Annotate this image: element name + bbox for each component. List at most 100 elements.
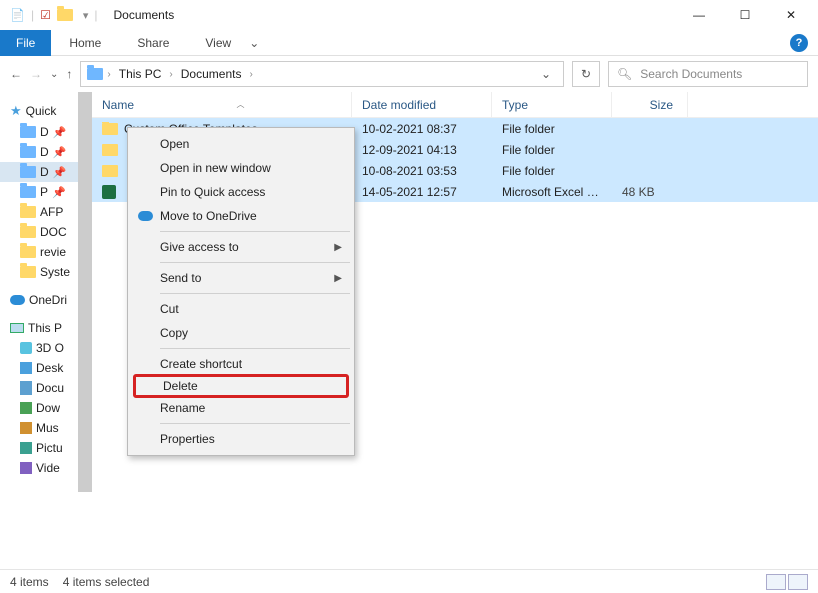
- column-header-name[interactable]: Name ︿: [92, 92, 352, 118]
- library-icon: [20, 381, 32, 395]
- context-menu: Open Open in new window Pin to Quick acces…: [127, 127, 355, 456]
- column-header-type[interactable]: Type: [492, 92, 612, 118]
- library-icon: [20, 402, 32, 414]
- context-menu-item[interactable]: Move to OneDrive: [130, 204, 352, 228]
- chevron-right-icon: ▶: [334, 242, 342, 253]
- pin-icon: 📌: [53, 166, 67, 179]
- context-menu-label: Delete: [163, 379, 198, 393]
- sidebar-item-label: This P: [28, 321, 62, 335]
- addr-history-dropdown[interactable]: ⌄: [535, 67, 557, 81]
- context-menu-label: Properties: [160, 432, 215, 446]
- context-menu-separator: [160, 262, 350, 263]
- addr-folder-icon: [87, 68, 103, 80]
- nav-back-button[interactable]: ←: [10, 67, 22, 81]
- context-menu-item[interactable]: Delete: [133, 374, 349, 398]
- context-menu-label: Open: [160, 137, 189, 151]
- qat-properties-icon[interactable]: 📄: [10, 8, 25, 22]
- file-icon: [102, 144, 118, 156]
- sidebar-item-label: AFP: [40, 205, 63, 219]
- sidebar-item-label: DOC: [40, 225, 67, 239]
- context-menu-label: Pin to Quick access: [160, 185, 265, 199]
- library-icon: [20, 422, 32, 434]
- nav-recent-dropdown[interactable]: ⌄: [50, 69, 58, 80]
- context-menu-label: Cut: [160, 302, 179, 316]
- folder-icon: [20, 226, 36, 238]
- tab-home[interactable]: Home: [51, 36, 119, 50]
- context-menu-item[interactable]: Copy: [130, 321, 352, 345]
- context-menu-label: Rename: [160, 401, 205, 415]
- sidebar-item-label: Syste: [40, 265, 70, 279]
- cloud-icon: [10, 295, 25, 305]
- scrollbar[interactable]: [78, 92, 92, 492]
- column-label: Name: [102, 98, 134, 112]
- tab-view[interactable]: View: [187, 36, 249, 50]
- sidebar-item-label: Mus: [36, 421, 59, 435]
- context-menu-item[interactable]: Send to ▶: [130, 266, 352, 290]
- address-bar[interactable]: › This PC › Documents › ⌄: [80, 61, 564, 87]
- qat-folder-icon[interactable]: [57, 9, 73, 21]
- drive-icon: [20, 166, 36, 178]
- chevron-right-icon: ▶: [334, 273, 342, 284]
- window-title: Documents: [114, 8, 175, 22]
- column-label: Type: [502, 98, 528, 112]
- file-date: 10-08-2021 03:53: [352, 164, 492, 178]
- folder-icon: [20, 266, 36, 278]
- pin-icon: 📌: [52, 186, 66, 199]
- close-button[interactable]: ✕: [768, 1, 814, 29]
- refresh-button[interactable]: ↻: [572, 61, 600, 87]
- navigation-pane[interactable]: ★ Quick D 📌D 📌D 📌P 📌 AFPDOCrevieSyste On…: [0, 92, 92, 562]
- sort-indicator-icon: ︿: [237, 99, 245, 110]
- column-header-size[interactable]: Size: [612, 92, 688, 118]
- ribbon-collapse-icon[interactable]: ⌄: [249, 36, 259, 50]
- file-tab[interactable]: File: [0, 30, 51, 56]
- chevron-right-icon[interactable]: ›: [249, 69, 252, 80]
- breadcrumb[interactable]: This PC: [115, 67, 166, 81]
- context-menu-item[interactable]: Rename: [130, 396, 352, 420]
- column-header-date[interactable]: Date modified: [352, 92, 492, 118]
- context-menu-label: Move to OneDrive: [160, 209, 257, 223]
- file-size: 48 KB: [612, 185, 688, 199]
- context-menu-item[interactable]: Pin to Quick access: [130, 180, 352, 204]
- file-date: 12-09-2021 04:13: [352, 143, 492, 157]
- context-menu-item[interactable]: Open in new window: [130, 156, 352, 180]
- chevron-right-icon[interactable]: ›: [169, 69, 172, 80]
- drive-icon: [20, 146, 36, 158]
- sidebar-item-label: D: [40, 125, 49, 139]
- maximize-button[interactable]: ☐: [722, 1, 768, 29]
- pc-icon: [10, 323, 24, 333]
- context-menu-label: Send to: [160, 271, 201, 285]
- sidebar-item-label: 3D O: [36, 341, 64, 355]
- sidebar-item-label: Dow: [36, 401, 60, 415]
- nav-up-button[interactable]: ↑: [66, 67, 72, 81]
- context-menu-item[interactable]: Create shortcut: [130, 352, 352, 376]
- file-icon: [102, 165, 118, 177]
- search-input[interactable]: 🔍︎ Search Documents: [608, 61, 808, 87]
- context-menu-item[interactable]: Properties: [130, 427, 352, 451]
- tab-share[interactable]: Share: [119, 36, 187, 50]
- context-menu-label: Copy: [160, 326, 188, 340]
- pin-icon: 📌: [53, 146, 67, 159]
- file-icon: [102, 123, 118, 135]
- help-button[interactable]: ?: [790, 34, 808, 52]
- library-icon: [20, 342, 32, 354]
- view-details-button[interactable]: [766, 574, 786, 590]
- context-menu-item[interactable]: Give access to▶: [130, 235, 352, 259]
- file-type: Microsoft Excel W...: [492, 185, 612, 199]
- chevron-right-icon[interactable]: ›: [107, 69, 110, 80]
- sidebar-item-label: revie: [40, 245, 66, 259]
- qat-dropdown-icon[interactable]: ▾: [83, 9, 89, 22]
- folder-icon: [20, 206, 36, 218]
- minimize-button[interactable]: —: [676, 1, 722, 29]
- breadcrumb[interactable]: Documents: [177, 67, 246, 81]
- sidebar-item-label: P: [40, 185, 48, 199]
- column-label: Size: [650, 98, 673, 112]
- context-menu-item[interactable]: Open: [130, 132, 352, 156]
- nav-forward-button[interactable]: →: [30, 67, 42, 81]
- file-type: File folder: [492, 143, 612, 157]
- context-menu-separator: [160, 348, 350, 349]
- qat-checkbox-icon[interactable]: ☑: [40, 8, 51, 22]
- view-large-button[interactable]: [788, 574, 808, 590]
- context-menu-label: Open in new window: [160, 161, 271, 175]
- sidebar-item-label: OneDri: [29, 293, 67, 307]
- context-menu-item[interactable]: Cut: [130, 297, 352, 321]
